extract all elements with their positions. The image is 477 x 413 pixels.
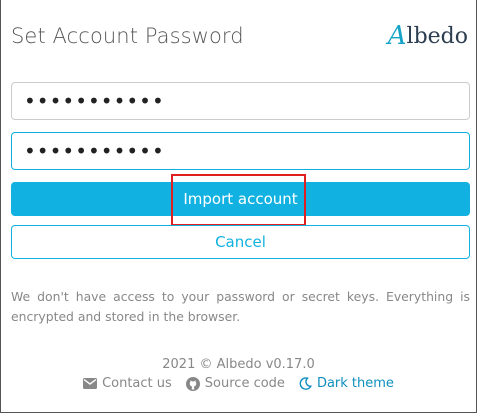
logo-initial: A	[387, 21, 407, 51]
security-info-text: We don't have access to your password or…	[11, 289, 470, 324]
dark-theme-toggle[interactable]: Dark theme	[299, 376, 394, 391]
envelope-icon	[83, 378, 98, 389]
dark-theme-label: Dark theme	[316, 376, 394, 391]
contact-us-link[interactable]: Contact us	[83, 376, 172, 391]
logo-rest: lbedo	[406, 23, 468, 49]
page-title: Set Account Password	[11, 24, 244, 48]
copyright-text: 2021 © Albedo v0.17.0	[162, 357, 315, 372]
cancel-button[interactable]: Cancel	[11, 225, 470, 259]
account-password-window: Set Account Password Albedo Import accou…	[0, 0, 477, 413]
github-icon	[185, 376, 200, 391]
confirm-password-field[interactable]	[11, 132, 470, 170]
header: Set Account Password Albedo	[11, 18, 468, 54]
contact-us-label: Contact us	[102, 376, 172, 391]
source-code-label: Source code	[204, 376, 285, 391]
footer-links: Contact us Source code Dark theme	[1, 376, 476, 391]
source-code-link[interactable]: Source code	[185, 376, 285, 391]
moon-icon	[299, 377, 312, 390]
password-field[interactable]	[11, 82, 470, 120]
import-account-button[interactable]: Import account	[11, 182, 470, 216]
albedo-logo: Albedo	[387, 21, 468, 51]
